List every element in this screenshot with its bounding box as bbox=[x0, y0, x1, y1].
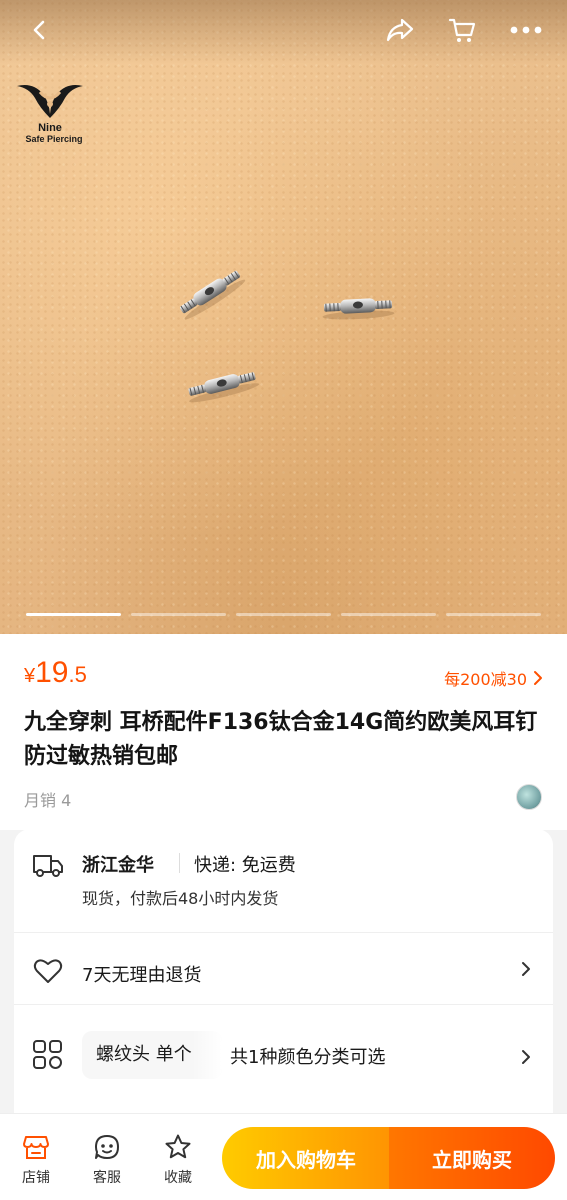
gallery-indicator-segment bbox=[131, 613, 226, 616]
delivery-note: 现货，付款后48小时内发货 bbox=[82, 889, 279, 908]
product-gallery[interactable]: Nine Safe Piercing bbox=[0, 0, 567, 634]
share-button[interactable] bbox=[376, 8, 424, 52]
favorite-label: 收藏 bbox=[164, 1170, 192, 1186]
promotion-link[interactable]: 每200减30 bbox=[444, 666, 543, 690]
shipping-row[interactable]: 浙江金华 快递: 免运费 现货，付款后48小时内发货 bbox=[14, 829, 553, 933]
buy-now-button[interactable]: 立即购买 bbox=[389, 1127, 555, 1189]
gallery-indicator-segment bbox=[341, 613, 436, 616]
monthly-sales: 月销 4 bbox=[24, 791, 72, 810]
gallery-indicator-segment bbox=[446, 613, 541, 616]
gallery-indicator bbox=[26, 613, 541, 617]
delivery-truck-icon bbox=[32, 849, 64, 881]
more-options-button[interactable] bbox=[502, 8, 550, 52]
promotion-text: 每200减30 bbox=[444, 670, 527, 689]
shopping-cart-icon bbox=[448, 18, 476, 42]
product-price: ¥19.5 bbox=[24, 656, 87, 690]
cart-button[interactable] bbox=[438, 8, 486, 52]
gallery-indicator-segment-active bbox=[26, 613, 121, 616]
divider bbox=[179, 853, 180, 873]
back-button[interactable] bbox=[16, 8, 64, 52]
chevron-right-icon bbox=[519, 959, 533, 979]
customer-service-button[interactable]: 客服 bbox=[82, 1132, 132, 1187]
store-label: 店铺 bbox=[22, 1170, 50, 1186]
brand-logo-line1: Nine bbox=[38, 122, 62, 134]
back-arrow-icon bbox=[33, 20, 45, 40]
chevron-right-icon bbox=[534, 671, 542, 685]
buyer-avatar[interactable] bbox=[516, 784, 542, 810]
brand-logo-emblem-icon bbox=[17, 85, 83, 118]
return-policy-row[interactable]: 7天无理由退货 bbox=[14, 933, 553, 1005]
chevron-right-icon bbox=[519, 1047, 533, 1067]
customer-service-icon bbox=[82, 1132, 132, 1162]
spec-count-text: 共1种颜色分类可选 bbox=[230, 1047, 386, 1068]
store-button[interactable]: 店铺 bbox=[11, 1132, 61, 1187]
heart-icon bbox=[32, 955, 64, 987]
share-icon bbox=[386, 18, 414, 42]
brand-logo: Nine Safe Piercing bbox=[14, 78, 86, 144]
add-to-cart-button[interactable]: 加入购物车 bbox=[222, 1127, 390, 1189]
ship-from-location: 浙江金华 bbox=[82, 855, 154, 876]
price-currency-symbol: ¥ bbox=[24, 665, 36, 687]
gallery-indicator-segment bbox=[236, 613, 331, 616]
star-icon bbox=[153, 1132, 203, 1162]
store-icon bbox=[11, 1132, 61, 1162]
spec-selector-row[interactable]: 螺纹头 单个 共1种颜色分类可选 bbox=[14, 1005, 553, 1111]
bottom-action-bar: 店铺 客服 收藏 加入购物车 立即购买 bbox=[0, 1113, 567, 1200]
more-dots-icon bbox=[510, 26, 542, 34]
price-integer: 19 bbox=[35, 656, 69, 689]
customer-service-label: 客服 bbox=[93, 1170, 121, 1186]
price-decimal: .5 bbox=[68, 662, 87, 687]
top-navigation-bar bbox=[0, 0, 567, 64]
shipping-fee: 快递: 免运费 bbox=[194, 855, 296, 876]
favorite-button[interactable]: 收藏 bbox=[153, 1132, 203, 1187]
return-policy-text: 7天无理由退货 bbox=[82, 965, 202, 986]
product-details-card: 浙江金华 快递: 免运费 现货，付款后48小时内发货 7天无理由退货 螺纹头 单… bbox=[14, 829, 553, 1129]
spec-option-chip[interactable]: 螺纹头 单个 bbox=[82, 1031, 222, 1079]
brand-logo-line2: Safe Piercing bbox=[25, 134, 83, 144]
grid-options-icon bbox=[32, 1039, 64, 1071]
product-info-section: ¥19.5 每200减30 九全穿刺 耳桥配件F136钛合金14G简约欧美风耳钉… bbox=[0, 634, 567, 830]
product-title: 九全穿刺 耳桥配件F136钛合金14G简约欧美风耳钉防过敏热销包邮 bbox=[24, 710, 538, 769]
